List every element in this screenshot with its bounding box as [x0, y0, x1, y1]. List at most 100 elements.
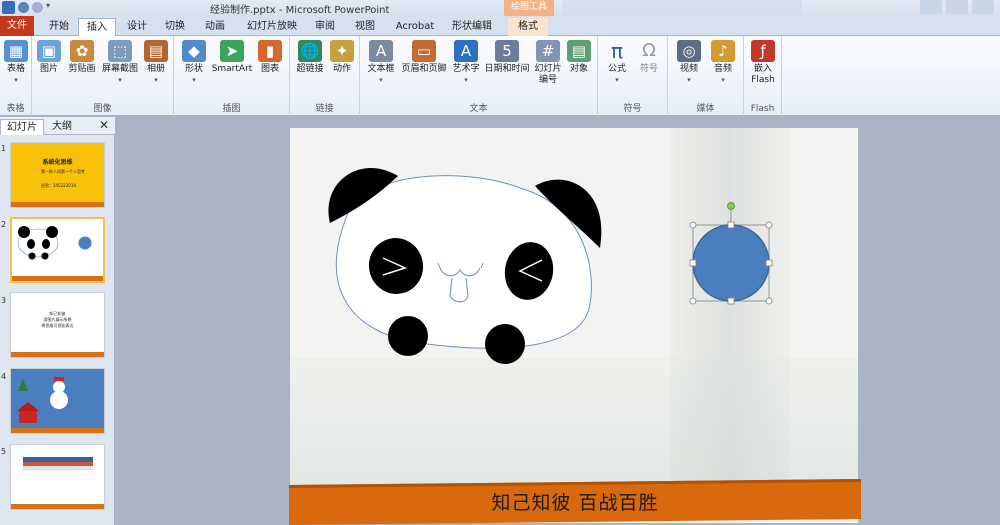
tab-home[interactable]: 开始: [44, 18, 74, 36]
clipart-button[interactable]: ✿ 剪贴画: [66, 40, 98, 75]
screenshot-button[interactable]: ⬚ 屏幕截图 ▾: [100, 40, 140, 86]
group-label-flash: Flash: [750, 104, 775, 114]
shapes-button[interactable]: ◆ 形状 ▾: [180, 40, 208, 86]
group-label-tables: 表格: [6, 104, 25, 114]
thumb-footer: [11, 352, 104, 357]
slide-thumbnail-5[interactable]: [10, 444, 105, 510]
wordart-button[interactable]: A 艺术字 ▾: [450, 40, 482, 86]
contextual-tools-label: 绘图工具: [504, 0, 554, 16]
slide-number-2: 2: [1, 220, 7, 229]
slide-number-4: 4: [1, 372, 7, 381]
equation-button[interactable]: π 公式 ▾: [602, 40, 632, 86]
blue-circle-shape[interactable]: [692, 224, 770, 302]
slide-thumbnail-2[interactable]: [10, 217, 105, 283]
audio-icon: ♪: [711, 40, 735, 62]
tab-acrobat[interactable]: Acrobat: [392, 18, 438, 36]
audio-button[interactable]: ♪ 音频 ▾: [708, 40, 738, 86]
table-icon: ▦: [4, 40, 28, 62]
minimize-button[interactable]: [920, 0, 942, 14]
header-footer-button[interactable]: ▭ 页眉和页脚: [398, 40, 450, 75]
panda-left-foot[interactable]: [388, 316, 428, 356]
slide-number-1: 1: [1, 144, 7, 153]
thumb1-sub: 第一阶人间第一个人思考: [41, 169, 85, 174]
thumb3-text: 知己知彼 用图片展示所想 将思维可视化表达: [41, 311, 74, 328]
textbox-button[interactable]: A 文本框 ▾: [364, 40, 398, 86]
thumb4-snowman-preview: [17, 377, 68, 423]
tab-file[interactable]: 文件: [0, 16, 34, 36]
thumb-footer: [11, 504, 104, 509]
picture-button[interactable]: ▣ 图片: [36, 40, 62, 75]
thumb5-table-preview: [22, 457, 94, 475]
slide-thumbnail-3[interactable]: 知己知彼 用图片展示所想 将思维可视化表达: [10, 292, 105, 358]
slide-thumbnail-1[interactable]: 系统化思维 第一阶人间第一个人思考 经验：145222014: [10, 142, 105, 208]
current-slide[interactable]: [290, 128, 858, 523]
tab-view[interactable]: 视图: [350, 18, 380, 36]
title-bar: ▾ 经验制作.pptx - Microsoft PowerPoint 绘图工具: [0, 0, 1000, 16]
customize-qat-icon[interactable]: ▾: [46, 1, 54, 14]
action-button[interactable]: ✦ 动作: [328, 40, 356, 75]
tab-insert[interactable]: 插入: [78, 18, 116, 36]
close-window-button[interactable]: [972, 0, 994, 14]
pane-tabs: 幻灯片 大纲 ✕: [0, 117, 115, 135]
tab-format[interactable]: 格式: [508, 18, 548, 36]
tab-design[interactable]: 设计: [122, 18, 152, 36]
wordart-icon: A: [454, 40, 478, 62]
datetime-button[interactable]: 5 日期和时间: [482, 40, 532, 75]
group-text: A 文本框 ▾ ▭ 页眉和页脚 A 艺术字 ▾ 5 日期和时间 # 幻灯片 编号 ▤…: [360, 36, 598, 116]
table-button[interactable]: ▦ 表格 ▾: [2, 40, 30, 86]
tab-slideshow[interactable]: 幻灯片放映: [244, 18, 300, 36]
tab-animations[interactable]: 动画: [200, 18, 230, 36]
video-button[interactable]: ◎ 视频 ▾: [674, 40, 704, 86]
slide-drawing: [328, 168, 773, 364]
thumb1-note: 经验：145222014: [41, 183, 76, 188]
object-icon: ▤: [567, 40, 591, 62]
group-label-text: 文本: [469, 104, 488, 114]
panda-right-foot[interactable]: [485, 324, 525, 364]
tab-slides[interactable]: 幻灯片: [0, 119, 44, 135]
rotate-handle[interactable]: [727, 202, 735, 210]
flash-icon: ƒ: [751, 40, 775, 62]
group-media: ◎ 视频 ▾ ♪ 音频 ▾ 媒体: [668, 36, 744, 116]
save-icon[interactable]: [2, 1, 15, 14]
group-illustrations: ◆ 形状 ▾ ➤ SmartArt ▮ 图表 插图: [174, 36, 290, 116]
tab-outline[interactable]: 大纲: [46, 119, 78, 135]
thumb1-title: 系统化思维: [42, 159, 73, 166]
window-title: 经验制作.pptx - Microsoft PowerPoint: [210, 5, 390, 16]
slides-pane: 幻灯片 大纲 ✕ 1 系统化思维 第一阶人间第一个人思考 经验：14522201…: [0, 117, 115, 525]
window-controls: [920, 0, 994, 14]
symbol-button[interactable]: Ω 符号: [634, 40, 664, 75]
album-icon: ▤: [144, 40, 168, 62]
embed-flash-button[interactable]: ƒ 嵌入 Flash: [748, 40, 778, 86]
redo-icon[interactable]: [32, 2, 43, 13]
slide-number-icon: #: [536, 40, 560, 62]
title-bar-overlay: [562, 0, 802, 16]
object-button[interactable]: ▤ 对象: [564, 40, 594, 75]
slide-number-button[interactable]: # 幻灯片 编号: [532, 40, 564, 86]
thumb-footer: [11, 428, 104, 433]
smartart-icon: ➤: [220, 40, 244, 62]
thumb-footer: [12, 276, 103, 281]
slide-thumbnail-4[interactable]: [10, 368, 105, 434]
group-flash: ƒ 嵌入 Flash Flash: [744, 36, 782, 116]
tab-shape-edit[interactable]: 形状编辑: [448, 18, 496, 36]
smartart-button[interactable]: ➤ SmartArt: [210, 40, 254, 75]
hyperlink-button[interactable]: 🌐 超链接: [294, 40, 326, 75]
equation-icon: π: [610, 39, 624, 63]
maximize-button[interactable]: [946, 0, 968, 14]
chart-button[interactable]: ▮ 图表: [256, 40, 284, 75]
group-images: ▣ 图片 ✿ 剪贴画 ⬚ 屏幕截图 ▾ ▤ 相册 ▾ 图像: [32, 36, 174, 116]
video-icon: ◎: [677, 40, 701, 62]
tab-review[interactable]: 审阅: [310, 18, 340, 36]
tab-transitions[interactable]: 切换: [160, 18, 190, 36]
group-label-images: 图像: [93, 104, 112, 114]
album-button[interactable]: ▤ 相册 ▾: [142, 40, 170, 86]
ribbon-tabs: 文件 开始 插入 设计 切换 动画 幻灯片放映 审阅 视图 Acrobat 形状…: [0, 16, 1000, 36]
shapes-icon: ◆: [182, 40, 206, 62]
close-pane-icon[interactable]: ✕: [99, 118, 109, 132]
undo-icon[interactable]: [18, 2, 29, 13]
group-tables: ▦ 表格 ▾ 表格: [0, 36, 32, 116]
group-label-links: 链接: [315, 104, 334, 114]
group-label-symbols: 符号: [623, 104, 642, 114]
slide-footer-text[interactable]: 知己知彼 百战百胜: [289, 488, 861, 515]
symbol-icon: Ω: [642, 40, 656, 61]
